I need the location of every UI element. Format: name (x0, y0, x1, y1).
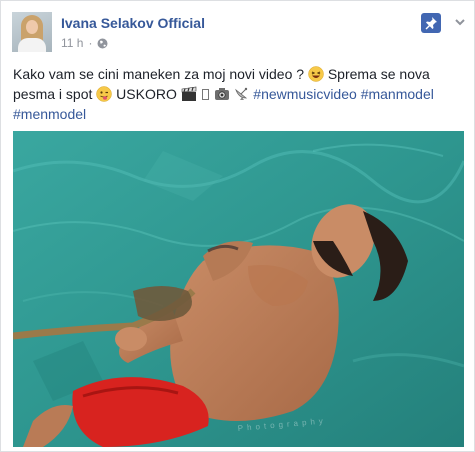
hashtag-link[interactable]: #menmodel (13, 106, 86, 122)
pin-button[interactable] (421, 13, 441, 33)
post-text: Kako vam se cini maneken za moj novi vid… (13, 64, 465, 124)
winking-tongue-emoji-icon (96, 86, 113, 102)
camera-emoji-icon (214, 86, 230, 102)
hashtag-link[interactable]: #manmodel (361, 86, 434, 102)
post-text-uskoro: USKORO (116, 86, 177, 102)
post-timestamp[interactable]: 11 h (61, 36, 83, 50)
post-photo[interactable]: Photography (13, 131, 464, 447)
meta-separator: · (88, 36, 93, 50)
pin-icon (425, 17, 437, 30)
page-name-link[interactable]: Ivana Selakov Official (61, 15, 205, 31)
chevron-down-icon (455, 19, 465, 26)
post-options-button[interactable] (453, 15, 467, 29)
clapper-board-emoji-icon (181, 86, 197, 102)
laughing-emoji-icon (308, 66, 324, 82)
page-avatar[interactable] (12, 12, 52, 52)
hashtag-link[interactable]: #newmusicvideo (253, 86, 357, 102)
post-meta: 11 h · (61, 36, 108, 50)
post-text-line1: Kako vam se cini maneken za moj novi vid… (13, 66, 305, 82)
satellite-emoji-icon (233, 86, 249, 102)
missing-glyph-icon (201, 89, 209, 100)
globe-icon[interactable] (97, 38, 108, 49)
facebook-post: Ivana Selakov Official 11 h · Kako vam s… (0, 0, 475, 452)
